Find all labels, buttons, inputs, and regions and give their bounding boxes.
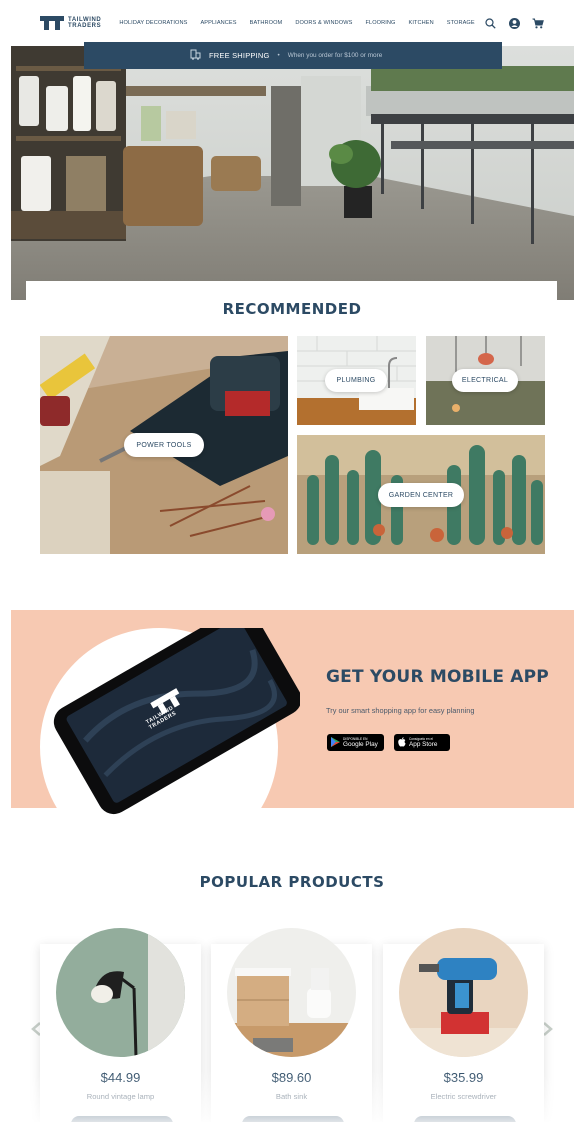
free-shipping-title: FREE SHIPPING [209,51,270,60]
cart-icon[interactable] [532,17,544,29]
recommended-title: RECOMMENDED [222,300,362,318]
app-store-button[interactable]: Consíguelo en el App Store [394,734,450,751]
free-shipping-subtitle: When you order for $100 or more [287,52,383,59]
phone-image [40,606,302,838]
page: TAILWIND TRADERS HOLIDAY DECORATIONS APP… [0,0,584,1122]
product-card[interactable]: $89.60 Bath sink [211,928,372,1122]
power-tools-label[interactable]: POWER TOOLS [124,433,204,457]
product-price: $44.99 [100,1070,141,1085]
nav-item-kitchen[interactable]: KITCHEN [408,20,433,26]
product-name: Bath sink [275,1092,308,1101]
mobile-app-subtitle: Try our smart shopping app for easy plan… [326,706,475,715]
brand-logo[interactable]: TAILWIND TRADERS [40,16,101,30]
mobile-app-title: GET YOUR MOBILE APP [326,667,549,687]
free-shipping-banner: FREE SHIPPING • When you order for $100 … [84,42,502,69]
plumbing-label[interactable]: PLUMBING [325,369,387,392]
product-price: $89.60 [271,1070,312,1085]
product-image-bath-sink [227,928,356,1057]
product-action-button[interactable] [71,1116,173,1122]
google-play-icon [331,734,340,752]
free-shipping-separator: • [277,52,280,59]
google-play-button[interactable]: DISPONIBLE EN Google Play [327,734,384,751]
google-play-big-text: Google Play [343,741,378,748]
electrical-label[interactable]: ELECTRICAL [452,369,518,392]
nav-item-doors-windows[interactable]: DOORS & WINDOWS [295,20,352,26]
product-price: $35.99 [443,1070,484,1085]
nav-item-appliances[interactable]: APPLIANCES [200,20,236,26]
product-action-button[interactable] [414,1116,516,1122]
main-nav: HOLIDAY DECORATIONS APPLIANCES BATHROOM … [119,20,474,26]
apple-icon [398,734,406,752]
product-card[interactable]: $44.99 Round vintage lamp [40,928,201,1122]
nav-item-flooring[interactable]: FLOORING [365,20,395,26]
product-name: Round vintage lamp [86,1092,155,1101]
garden-center-label[interactable]: GARDEN CENTER [378,483,464,507]
logo-text: TAILWIND TRADERS [68,17,101,30]
product-card[interactable]: $35.99 Electric screwdriver [383,928,544,1122]
user-icon[interactable] [508,17,520,29]
truck-icon [190,47,201,65]
site-header: TAILWIND TRADERS HOLIDAY DECORATIONS APP… [0,0,584,46]
logo-icon [40,16,64,30]
app-store-big-text: App Store [409,741,438,748]
nav-item-storage[interactable]: STORAGE [447,20,475,26]
nav-item-bathroom[interactable]: BATHROOM [250,20,283,26]
product-image-lamp [56,928,185,1057]
product-name: Electric screwdriver [430,1092,497,1101]
product-action-button[interactable] [242,1116,344,1122]
popular-products-title: POPULAR PRODUCTS [199,873,385,891]
nav-item-holiday-decorations[interactable]: HOLIDAY DECORATIONS [119,20,187,26]
header-actions [484,17,544,29]
hero-image [11,46,574,300]
logo-line-2: TRADERS [68,23,102,29]
search-icon[interactable] [484,17,496,29]
product-image-screwdriver [399,928,528,1057]
